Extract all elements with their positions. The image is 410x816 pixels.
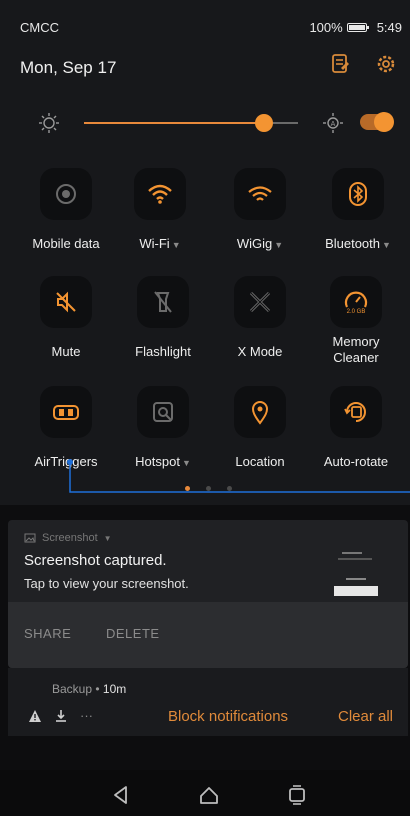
pointer-annotation-line [67,459,410,493]
share-button[interactable]: SHARE [24,626,71,641]
backup-age: 10m [102,682,127,696]
image-icon [24,533,36,543]
screenshot-thumbnail[interactable] [334,548,378,598]
notification-summary: Backup • 10m ··· Block notifications Cle… [8,668,408,736]
download-icon [56,709,66,722]
clear-all-button[interactable]: Clear all [338,708,393,725]
warning-icon [29,709,41,722]
screenshot-notification[interactable]: Screenshot ▼ Screenshot captured. Tap to… [8,520,408,668]
page-dot [185,486,190,491]
home-icon[interactable] [198,784,220,806]
notification-app-name: Screenshot [42,532,98,544]
notification-text: Tap to view your screenshot. [24,576,189,591]
navigation-bar [0,770,410,816]
backup-app-name: Backup [52,682,93,696]
page-dot [206,486,211,491]
back-icon[interactable] [110,784,132,806]
notification-icons: ··· [28,708,93,723]
notification-actions: SHARE DELETE [8,602,408,668]
notification-header: Screenshot ▼ [24,532,112,544]
more-icon: ··· [80,708,93,723]
page-indicator [185,486,232,491]
backup-notification[interactable]: Backup • 10m [52,682,126,696]
block-notifications-button[interactable]: Block notifications [168,708,288,725]
notification-title: Screenshot captured. [24,552,167,569]
chevron-down-icon[interactable]: ▼ [104,534,112,543]
page-dot [227,486,232,491]
delete-button[interactable]: DELETE [106,626,160,641]
recent-apps-icon[interactable] [286,784,308,806]
